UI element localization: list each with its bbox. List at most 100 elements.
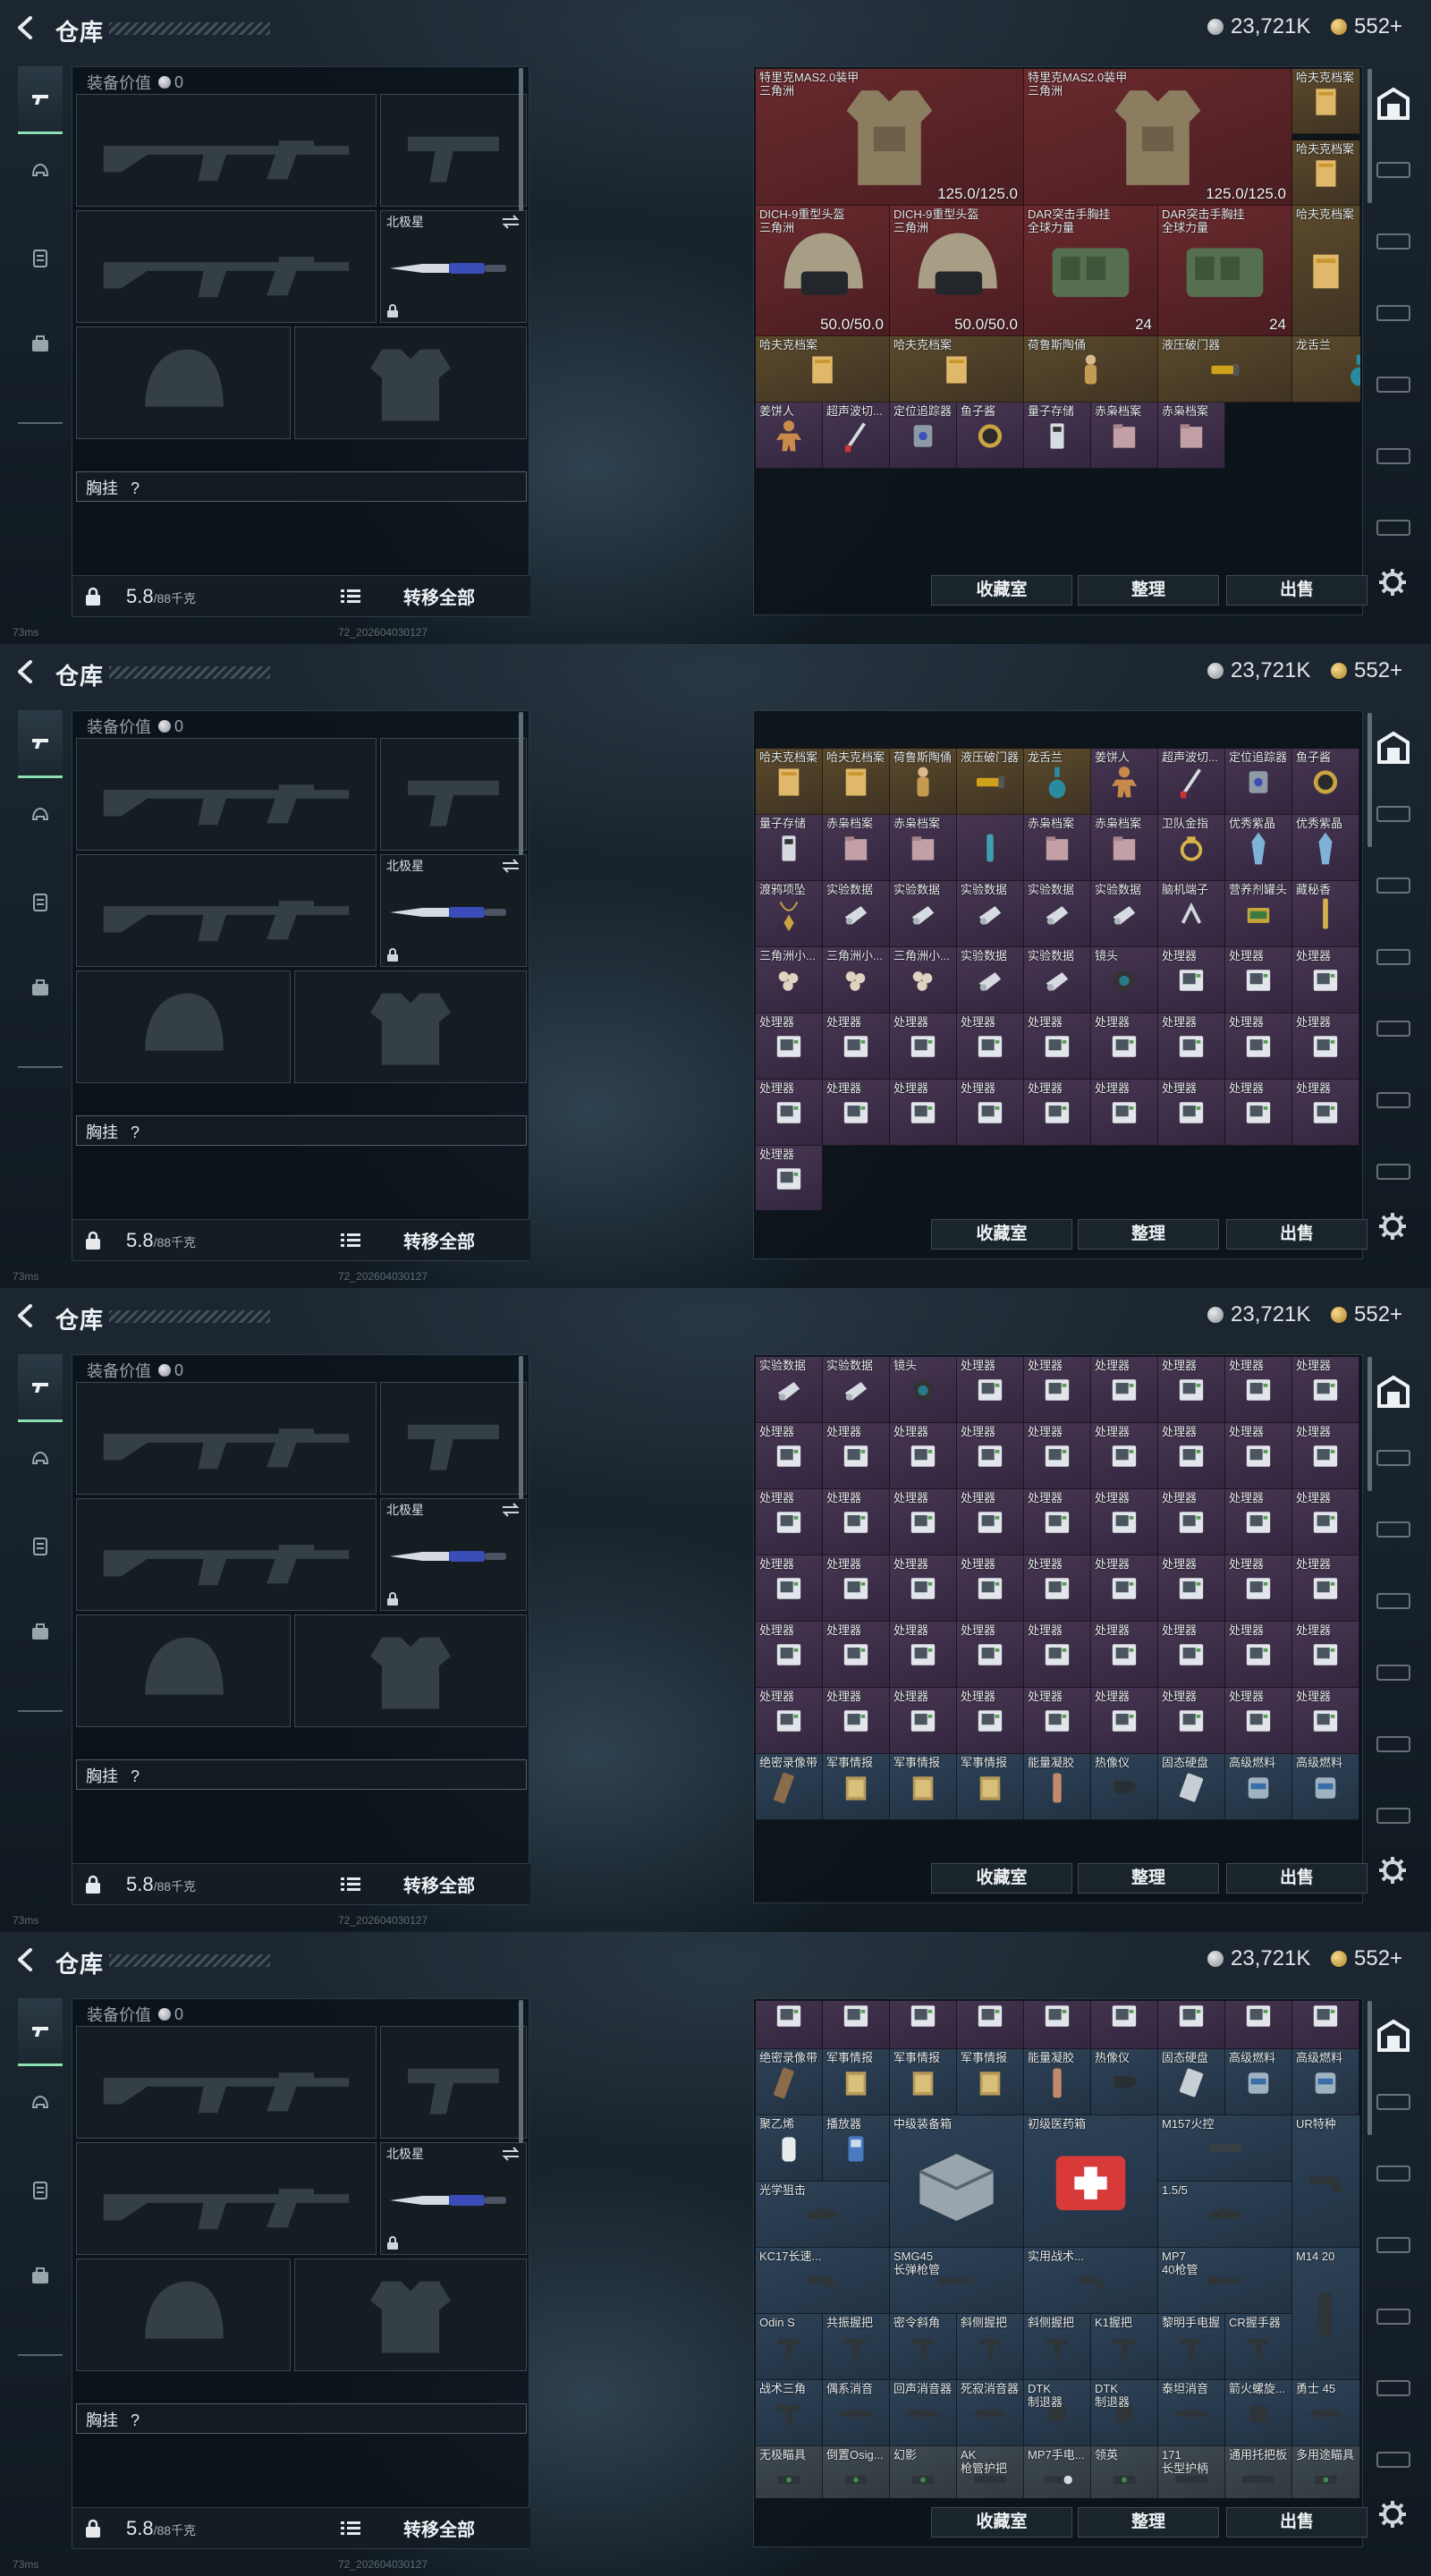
container-icon[interactable]	[1374, 2161, 1413, 2184]
tab-backpack[interactable]	[18, 2241, 63, 2309]
settings-button[interactable]	[1377, 1211, 1408, 1241]
stash-item[interactable]: DTK 制退器	[1024, 2380, 1091, 2446]
container-icon[interactable]	[1374, 2447, 1413, 2470]
stash-item[interactable]: 优秀紫晶	[1225, 815, 1292, 881]
container-icon[interactable]	[1374, 1088, 1413, 1111]
container-icon[interactable]	[1374, 444, 1413, 467]
helmet-slot[interactable]	[76, 1614, 291, 1727]
stash-item[interactable]: 镜头	[1091, 947, 1158, 1013]
stash-item[interactable]: UR特种	[1292, 2115, 1360, 2248]
stash-item[interactable]: 军事情报	[890, 2049, 957, 2115]
stash-item[interactable]: DTK 制退器	[1091, 2380, 1158, 2446]
collection-button[interactable]: 收藏室	[931, 1863, 1072, 1894]
stash-item[interactable]: 处理器	[1292, 1080, 1359, 1146]
stash-item[interactable]: 光学狙击	[756, 2182, 890, 2248]
silver-currency[interactable]: 23,721K	[1207, 14, 1310, 38]
stash-item[interactable]: 黎明手电握	[1158, 2314, 1225, 2380]
stash-item[interactable]: 处理器	[1225, 1013, 1292, 1080]
stash-item[interactable]: 处理器	[1091, 1555, 1158, 1622]
secondary-weapon-slot[interactable]	[76, 1498, 377, 1611]
stash-item[interactable]: 处理器	[890, 2001, 957, 2049]
stash-item[interactable]: MP7手电...	[1024, 2446, 1091, 2498]
tab-vest[interactable]	[18, 868, 63, 936]
stash-item[interactable]: 处理器	[1158, 1555, 1225, 1622]
swap-icon[interactable]	[501, 215, 521, 229]
stash-item[interactable]: 处理器	[1091, 1622, 1158, 1688]
back-button[interactable]	[13, 14, 39, 41]
stash-item[interactable]: 处理器	[1024, 1688, 1091, 1754]
pistol-slot[interactable]	[380, 2026, 527, 2139]
stash-item[interactable]: 绝密录像带	[756, 1754, 823, 1820]
stash-item[interactable]: 处理器	[1024, 1555, 1091, 1622]
container-icon[interactable]	[1374, 1732, 1413, 1755]
stash-item[interactable]: 超声波切...	[823, 402, 890, 469]
container-icon[interactable]	[1374, 801, 1413, 825]
stash-item[interactable]: 处理器	[890, 1489, 957, 1555]
stash-item[interactable]: 处理器	[1292, 2001, 1359, 2049]
stash-item[interactable]: MP7 40枪管	[1158, 2248, 1292, 2314]
collection-button[interactable]: 收藏室	[931, 575, 1072, 606]
stash-item[interactable]: 处理器	[756, 1688, 823, 1754]
stash-item[interactable]: 处理器	[1024, 1013, 1091, 1080]
stash-item[interactable]: 勇士 45	[1292, 2380, 1360, 2446]
stash-item[interactable]: 三角洲小...	[823, 947, 890, 1013]
stash-item[interactable]: K1握把	[1091, 2314, 1158, 2380]
tab-vest[interactable]	[18, 224, 63, 292]
stash-item[interactable]: 处理器	[890, 1013, 957, 1080]
stash-item[interactable]: 处理器	[1292, 1688, 1359, 1754]
stash-item[interactable]: 处理器	[823, 2001, 890, 2049]
stash-item[interactable]: 鱼子酱	[1292, 749, 1359, 815]
sell-button[interactable]: 出售	[1226, 575, 1367, 606]
transfer-all-button[interactable]: 转移全部	[403, 1871, 475, 1897]
stash-item[interactable]: 处理器	[1158, 1489, 1225, 1555]
stash-item[interactable]: 处理器	[823, 1622, 890, 1688]
stash-item[interactable]: 赤枭档案	[1158, 402, 1225, 469]
container-icon[interactable]	[1374, 2233, 1413, 2256]
stash-item[interactable]: 能量凝胶	[1024, 1754, 1091, 1820]
stash-item[interactable]: 偶系消音	[823, 2380, 890, 2446]
stash-item[interactable]: 龙舌兰	[1024, 749, 1091, 815]
container-icon[interactable]	[1374, 1445, 1413, 1469]
stash-item[interactable]: 幻影	[890, 2446, 957, 2498]
stash-item[interactable]: 处理器	[1158, 2001, 1225, 2049]
stash-item[interactable]: 处理器	[957, 1423, 1024, 1489]
stash-item[interactable]: 热像仪	[1091, 1754, 1158, 1820]
stash-item[interactable]: 处理器	[890, 1080, 957, 1146]
tab-vest[interactable]	[18, 1512, 63, 1580]
stash-item[interactable]: 领英	[1091, 2446, 1158, 2498]
tab-armor[interactable]	[18, 138, 63, 206]
list-icon[interactable]	[341, 589, 360, 605]
container-icon[interactable]	[1374, 1589, 1413, 1612]
loadout-scrollbar[interactable]	[519, 712, 523, 855]
stash-item[interactable]: 处理器	[1091, 2001, 1158, 2049]
gold-currency[interactable]: 552+	[1331, 658, 1402, 682]
stash-item[interactable]: 处理器	[1091, 1423, 1158, 1489]
stash-item[interactable]: 处理器	[1292, 1423, 1359, 1489]
stash-item[interactable]: 处理器	[1225, 2001, 1292, 2049]
stash-item[interactable]: 处理器	[1024, 1080, 1091, 1146]
stash-item[interactable]: 斜侧握把	[1024, 2314, 1091, 2380]
stash-item[interactable]: 处理器	[756, 1423, 823, 1489]
stash-item[interactable]: M14 20	[1292, 2248, 1360, 2380]
stash-item[interactable]: 1.5/5	[1158, 2182, 1292, 2248]
tab-weapons[interactable]	[18, 1354, 63, 1422]
stash-item[interactable]: 处理器	[1292, 1013, 1359, 1080]
stash-item[interactable]: 卫队金指	[1158, 815, 1225, 881]
stash-item[interactable]: 处理器	[1292, 1622, 1359, 1688]
stash-item[interactable]: 处理器	[1225, 1357, 1292, 1423]
tab-backpack[interactable]	[18, 309, 63, 377]
container-icon[interactable]	[1374, 515, 1413, 538]
stash-item[interactable]: 171 长型护柄	[1158, 2446, 1225, 2498]
primary-weapon-slot[interactable]	[76, 2026, 377, 2139]
stash-item[interactable]: 实验数据	[890, 881, 957, 947]
sort-button[interactable]: 整理	[1078, 2507, 1219, 2538]
stash-item[interactable]: 处理器	[823, 1080, 890, 1146]
stash-item[interactable]: 固态硬盘	[1158, 2049, 1225, 2115]
stash-item[interactable]: 处理器	[957, 1688, 1024, 1754]
helmet-slot[interactable]	[76, 970, 291, 1083]
swap-icon[interactable]	[501, 1503, 521, 1517]
stash-item[interactable]: CR握手器	[1225, 2314, 1292, 2380]
stash-item[interactable]: 哈夫克档案	[823, 749, 890, 815]
container-icon[interactable]	[1374, 229, 1413, 252]
stash-item[interactable]: 军事情报	[890, 1754, 957, 1820]
